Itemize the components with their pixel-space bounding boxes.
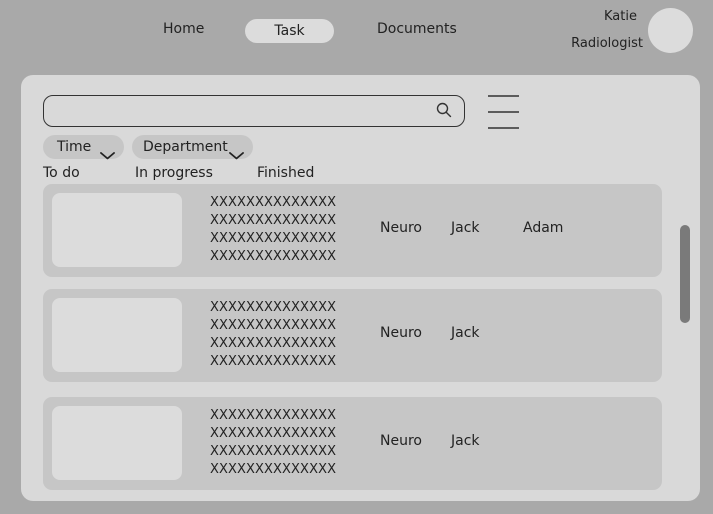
task-doctor: Jack [451, 433, 480, 449]
task-description-line: XXXXXXXXXXXXXX [210, 213, 337, 228]
task-card[interactable]: XXXXXXXXXXXXXX XXXXXXXXXXXXXX XXXXXXXXXX… [43, 289, 662, 382]
avatar[interactable] [648, 8, 693, 53]
task-description-line: XXXXXXXXXXXXXX [210, 195, 337, 210]
task-description-line: XXXXXXXXXXXXXX [210, 231, 337, 246]
task-description: XXXXXXXXXXXXXX XXXXXXXXXXXXXX XXXXXXXXXX… [210, 299, 336, 371]
nav-task-tab[interactable]: Task [245, 19, 334, 43]
user-name: Katie [604, 9, 637, 24]
search-icon[interactable] [436, 102, 452, 122]
task-description-line: XXXXXXXXXXXXXX [210, 318, 337, 333]
task-description-line: XXXXXXXXXXXXXX [210, 444, 337, 459]
task-description-line: XXXXXXXXXXXXXX [210, 300, 337, 315]
task-panel: Time Department To do In progress Finish… [21, 75, 700, 501]
task-description-line: XXXXXXXXXXXXXX [210, 354, 337, 369]
task-doctor: Jack [451, 220, 480, 236]
department-filter-label: Department [143, 139, 228, 155]
task-assignee: Adam [523, 220, 564, 236]
task-description: XXXXXXXXXXXXXX XXXXXXXXXXXXXX XXXXXXXXXX… [210, 407, 336, 479]
task-thumbnail [52, 193, 182, 267]
task-description-line: XXXXXXXXXXXXXX [210, 249, 337, 264]
department-filter-dropdown[interactable]: Department [132, 135, 253, 160]
tab-todo[interactable]: To do [43, 165, 80, 181]
search-bar [43, 95, 465, 127]
scrollbar-thumb[interactable] [680, 225, 690, 323]
task-description-line: XXXXXXXXXXXXXX [210, 408, 337, 423]
nav-documents-link[interactable]: Documents [377, 21, 457, 37]
chevron-down-icon [100, 144, 115, 168]
task-department: Neuro [380, 325, 422, 341]
task-thumbnail [52, 298, 182, 372]
task-card[interactable]: XXXXXXXXXXXXXX XXXXXXXXXXXXXX XXXXXXXXXX… [43, 184, 662, 277]
task-description-line: XXXXXXXXXXXXXX [210, 426, 337, 441]
nav-home-link[interactable]: Home [163, 21, 204, 37]
task-card[interactable]: XXXXXXXXXXXXXX XXXXXXXXXXXXXX XXXXXXXXXX… [43, 397, 662, 490]
user-role: Radiologist [571, 36, 643, 51]
task-description: XXXXXXXXXXXXXX XXXXXXXXXXXXXX XXXXXXXXXX… [210, 194, 336, 266]
search-input[interactable] [54, 101, 424, 121]
tab-in-progress[interactable]: In progress [135, 165, 213, 181]
task-department: Neuro [380, 220, 422, 236]
task-thumbnail [52, 406, 182, 480]
chevron-down-icon [229, 144, 244, 168]
task-description-line: XXXXXXXXXXXXXX [210, 462, 337, 477]
task-description-line: XXXXXXXXXXXXXX [210, 336, 337, 351]
task-doctor: Jack [451, 325, 480, 341]
tab-finished[interactable]: Finished [257, 165, 314, 181]
time-filter-label: Time [57, 139, 92, 155]
time-filter-dropdown[interactable]: Time [43, 135, 124, 160]
menu-icon[interactable] [488, 95, 520, 133]
task-department: Neuro [380, 433, 422, 449]
